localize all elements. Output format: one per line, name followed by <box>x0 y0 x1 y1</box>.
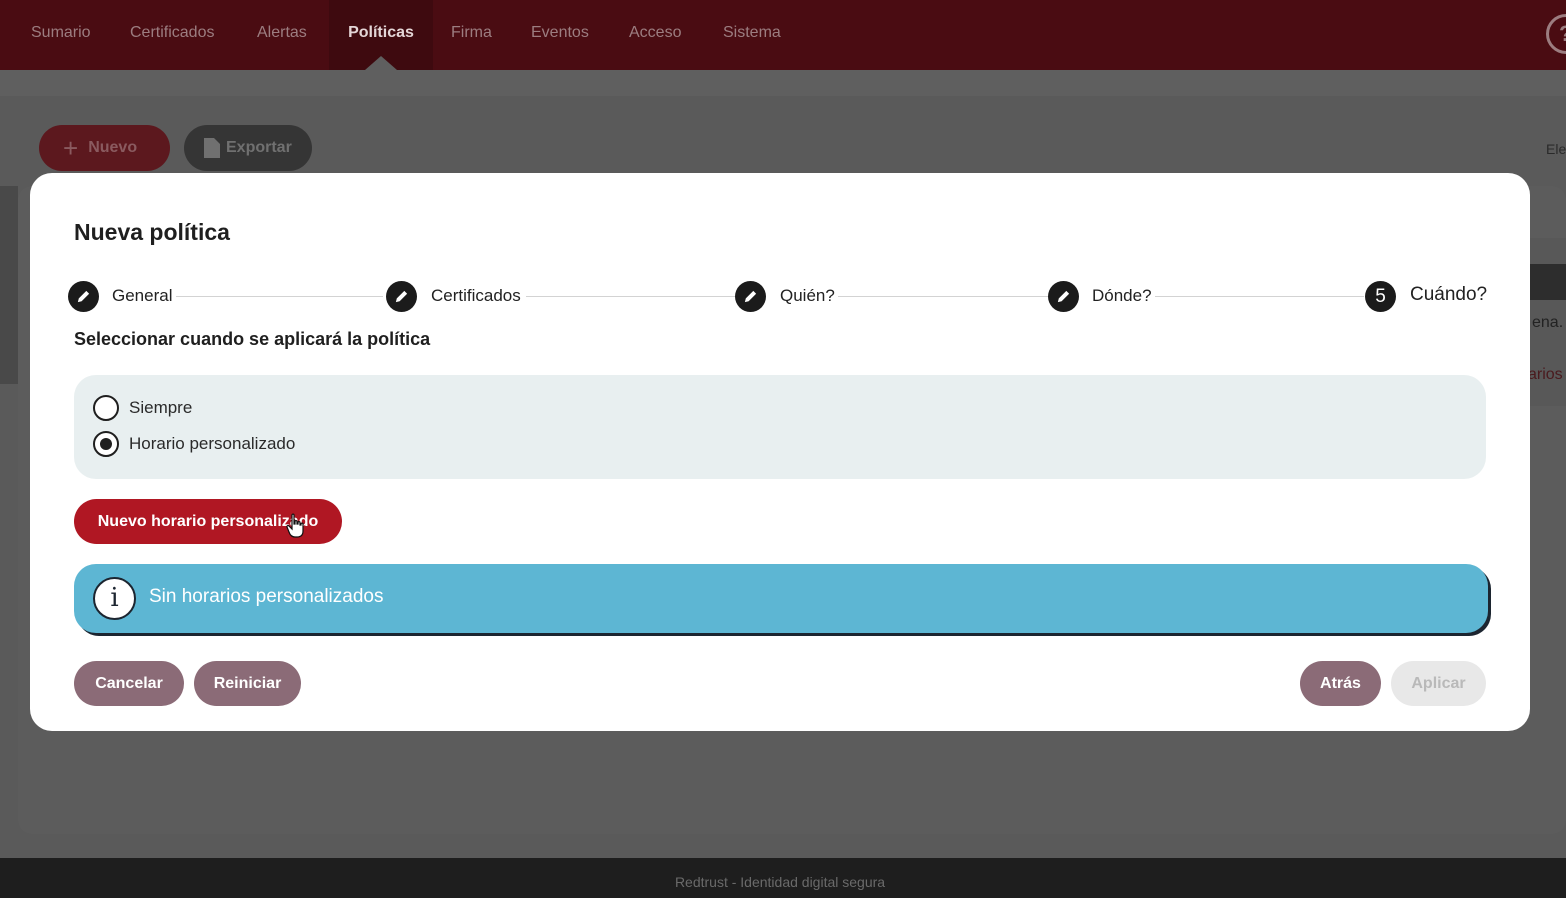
cancel-button[interactable]: Cancelar <box>74 661 184 706</box>
stepper-line <box>838 296 1048 297</box>
background-side-text: Ele <box>1546 141 1566 157</box>
nav-item-alertas[interactable]: Alertas <box>257 0 307 70</box>
option-siempre-label[interactable]: Siempre <box>129 398 192 418</box>
modal-title: Nueva política <box>74 219 230 245</box>
step-cuando-number: 5 <box>1365 281 1396 312</box>
step-donde-pencil-icon[interactable] <box>1048 281 1079 312</box>
info-alert: i Sin horarios personalizados <box>74 564 1488 633</box>
hand-cursor-icon <box>286 513 304 538</box>
back-button[interactable]: Atrás <box>1300 661 1381 706</box>
radio-siempre[interactable] <box>93 395 119 421</box>
stepper-line <box>1155 296 1364 297</box>
step-certificados-pencil-icon[interactable] <box>386 281 417 312</box>
nav-item-certificados[interactable]: Certificados <box>130 0 214 70</box>
step-label-cuando: Cuándo? <box>1410 284 1488 305</box>
background-left-strip <box>0 186 18 384</box>
step-label-general[interactable]: General <box>112 286 172 306</box>
stepper-line <box>526 296 735 297</box>
reset-button[interactable]: Reiniciar <box>194 661 301 706</box>
export-button-label: Exportar <box>226 139 292 156</box>
option-siempre[interactable]: Siempre <box>93 395 192 421</box>
new-button[interactable]: + Nuevo <box>39 125 170 171</box>
top-nav-bar: Sumario Certificados Alertas Políticas F… <box>0 0 1566 70</box>
background-table-header <box>1530 264 1566 300</box>
nav-item-acceso[interactable]: Acceso <box>629 0 681 70</box>
step-number: 5 <box>1375 285 1386 307</box>
option-horario-personalizado[interactable]: Horario personalizado <box>93 431 295 457</box>
csv-file-icon <box>204 138 220 158</box>
nav-item-politicas[interactable]: Políticas <box>329 0 433 70</box>
nav-item-eventos[interactable]: Eventos <box>531 0 589 70</box>
step-label-quien[interactable]: Quién? <box>780 286 835 306</box>
background-link: arios <box>1528 366 1563 383</box>
new-button-label: Nuevo <box>88 139 138 156</box>
footer-text: Redtrust - Identidad digital segura <box>674 874 886 890</box>
info-message: Sin horarios personalizados <box>149 586 384 607</box>
step-label-certificados[interactable]: Certificados <box>431 286 521 306</box>
nav-item-sistema[interactable]: Sistema <box>723 0 781 70</box>
plus-icon: + <box>63 133 79 163</box>
schedule-options-panel: Siempre Horario personalizado <box>74 375 1486 479</box>
section-title: Seleccionar cuando se aplicará la políti… <box>74 329 431 349</box>
subnav-band <box>0 70 1566 96</box>
new-policy-modal: Nueva política General Certificados Quié… <box>30 173 1530 731</box>
step-quien-pencil-icon[interactable] <box>735 281 766 312</box>
apply-button[interactable]: Aplicar <box>1391 661 1486 706</box>
nav-item-sumario[interactable]: Sumario <box>31 0 91 70</box>
option-horario-label[interactable]: Horario personalizado <box>129 434 295 454</box>
step-general-pencil-icon[interactable] <box>68 281 99 312</box>
export-button[interactable]: Exportar <box>184 125 312 171</box>
nav-item-firma[interactable]: Firma <box>451 0 492 70</box>
background-text: ena. <box>1532 314 1564 331</box>
info-icon: i <box>93 577 136 620</box>
stepper-line <box>176 296 383 297</box>
step-label-donde[interactable]: Dónde? <box>1092 286 1152 306</box>
help-icon[interactable]: ? <box>1546 14 1566 54</box>
radio-horario-personalizado[interactable] <box>93 431 119 457</box>
